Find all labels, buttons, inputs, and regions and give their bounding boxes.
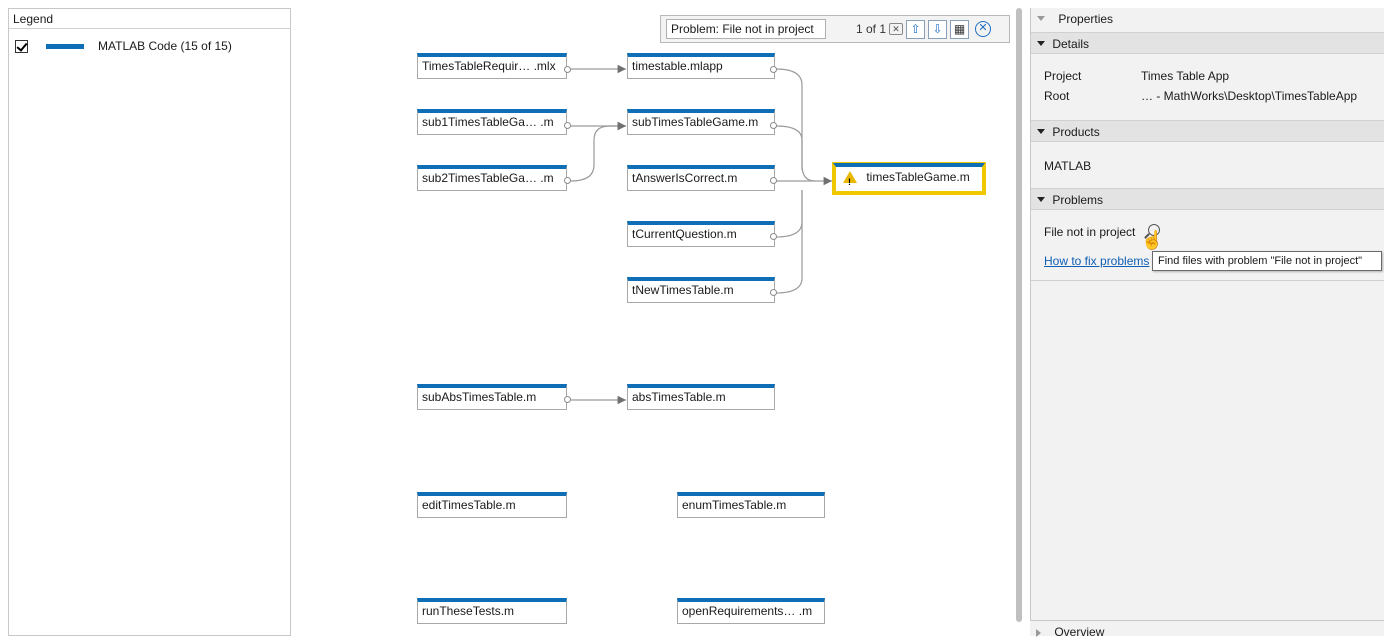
node-label: subTimesTableGame.m [632,115,759,129]
section-title: Details [1052,37,1090,51]
node-label: timestable.mlapp [632,59,723,73]
tooltip: Find files with problem "File not in pro… [1152,251,1382,271]
search-input[interactable]: Problem: File not in project [666,19,826,39]
node-label: subAbsTimesTable.m [422,390,537,404]
node-label: editTimesTable.m [422,498,516,512]
graph-node[interactable]: tAnswerIsCorrect.m [627,165,775,191]
legend-checkbox[interactable] [15,39,28,53]
node-label: runTheseTests.m [422,604,515,618]
graph-node[interactable]: tNewTimesTable.m [627,277,775,303]
node-label: TimesTableRequir… .mlx [422,59,556,73]
project-label: Project [1044,69,1082,83]
graph-node[interactable]: runTheseTests.m [417,598,567,624]
node-port [564,122,571,129]
next-arrow-icon[interactable]: ⇩ [928,19,947,39]
graph-vertical-scrollbar[interactable] [1016,8,1022,622]
node-label: tCurrentQuestion.m [632,227,737,241]
close-icon[interactable]: ✕ [975,21,991,37]
section-header-details[interactable]: Details [1031,32,1384,54]
overview-title: Overview [1054,625,1105,639]
graph-node[interactable]: timestable.mlapp [627,53,775,79]
properties-header[interactable]: Properties [1031,8,1384,30]
search-result-count: 1 of 1 [855,22,886,36]
root-label: Root [1044,89,1070,103]
graph-node[interactable]: tCurrentQuestion.m [627,221,775,247]
node-label: absTimesTable.m [632,390,726,404]
warning-icon [843,171,857,191]
divider [1031,280,1384,281]
graph-node-selected[interactable]: timesTableGame.m [833,163,985,194]
graph-node[interactable]: subTimesTableGame.m [627,109,775,135]
properties-title: Properties [1058,12,1114,26]
problem-text: File not in project [1044,225,1136,239]
node-port [564,66,571,73]
section-header-products[interactable]: Products [1031,120,1384,142]
node-label: sub1TimesTableGa… .m [422,115,554,129]
legend-panel: Legend MATLAB Code (15 of 15) [8,8,291,636]
problem-search-bar: Problem: File not in project 1 of 1 ✕ ⇧ … [660,15,1010,43]
node-port [770,66,777,73]
node-port [770,177,777,184]
clear-search-icon[interactable]: ✕ [889,23,903,35]
legend-title: Legend [9,9,290,29]
graph-node[interactable]: editTimesTable.m [417,492,567,518]
node-label: tNewTimesTable.m [632,283,734,297]
how-to-fix-problems-link[interactable]: How to fix problems [1044,254,1149,268]
collapse-icon [1037,41,1045,47]
node-label: enumTimesTable.m [682,498,787,512]
node-label: sub2TimesTableGa… .m [422,171,554,185]
node-label: timesTableGame.m [866,170,970,184]
section-title: Problems [1052,193,1104,207]
table-view-icon[interactable]: ▦ [950,19,969,39]
legend-item-label: MATLAB Code (15 of 15) [98,39,232,53]
previous-arrow-icon[interactable]: ⇧ [906,19,925,39]
graph-node[interactable]: absTimesTable.m [627,384,775,410]
properties-panel: Properties Details Project Times Table A… [1030,8,1384,636]
section-header-problems[interactable]: Problems [1031,188,1384,210]
legend-item-matlab-code[interactable]: MATLAB Code (15 of 15) [15,38,232,54]
section-title: Products [1052,125,1100,139]
graph-node[interactable]: sub2TimesTableGa… .m [417,165,567,191]
node-label: openRequirements… .m [682,604,813,618]
node-port [564,396,571,403]
dependency-graph-canvas[interactable] [291,8,1028,636]
legend-color-swatch [46,43,84,49]
graph-node[interactable]: subAbsTimesTable.m [417,384,567,410]
overview-section-header[interactable]: Overview [1030,620,1384,639]
graph-node[interactable]: TimesTableRequir… .mlx [417,53,567,79]
graph-node[interactable]: openRequirements… .m [677,598,825,624]
node-label: tAnswerIsCorrect.m [632,171,738,185]
collapse-icon [1037,197,1045,203]
node-port [770,233,777,240]
hand-cursor-icon: ☝ [1141,230,1164,250]
product-item: MATLAB [1044,159,1092,173]
graph-node[interactable]: enumTimesTable.m [677,492,825,518]
node-port [770,289,777,296]
collapse-icon [1037,16,1045,22]
node-port [770,122,777,129]
graph-node[interactable]: sub1TimesTableGa… .m [417,109,567,135]
project-value: Times Table App [1141,69,1230,83]
node-port [564,177,571,184]
root-value: … - MathWorks\Desktop\TimesTableApp [1141,89,1358,103]
collapse-icon [1037,129,1045,135]
